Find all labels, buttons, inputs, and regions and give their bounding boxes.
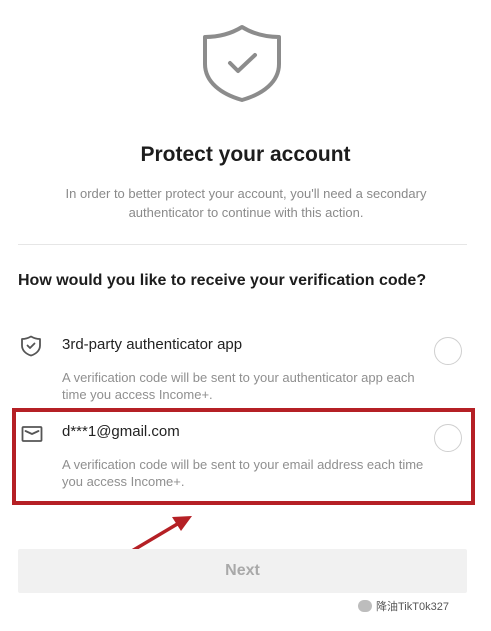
shield-check-icon xyxy=(21,335,41,357)
radio-authenticator-app[interactable] xyxy=(434,337,462,365)
wechat-icon xyxy=(358,600,372,612)
verification-question: How would you like to receive your verif… xyxy=(18,272,427,289)
option-description: A verification code will be sent to your… xyxy=(62,370,415,402)
page-title: Protect your account xyxy=(140,143,351,166)
page-subtitle: In order to better protect your account,… xyxy=(65,186,427,220)
option-label: 3rd-party authenticator app xyxy=(62,336,243,353)
shield-check-icon xyxy=(203,25,281,102)
watermark: 降油TikT0k327 xyxy=(358,598,449,614)
next-button[interactable]: Next xyxy=(18,549,467,593)
divider xyxy=(18,244,467,245)
watermark-text: 降油TikT0k327 xyxy=(376,601,449,613)
highlight-box xyxy=(12,408,475,505)
